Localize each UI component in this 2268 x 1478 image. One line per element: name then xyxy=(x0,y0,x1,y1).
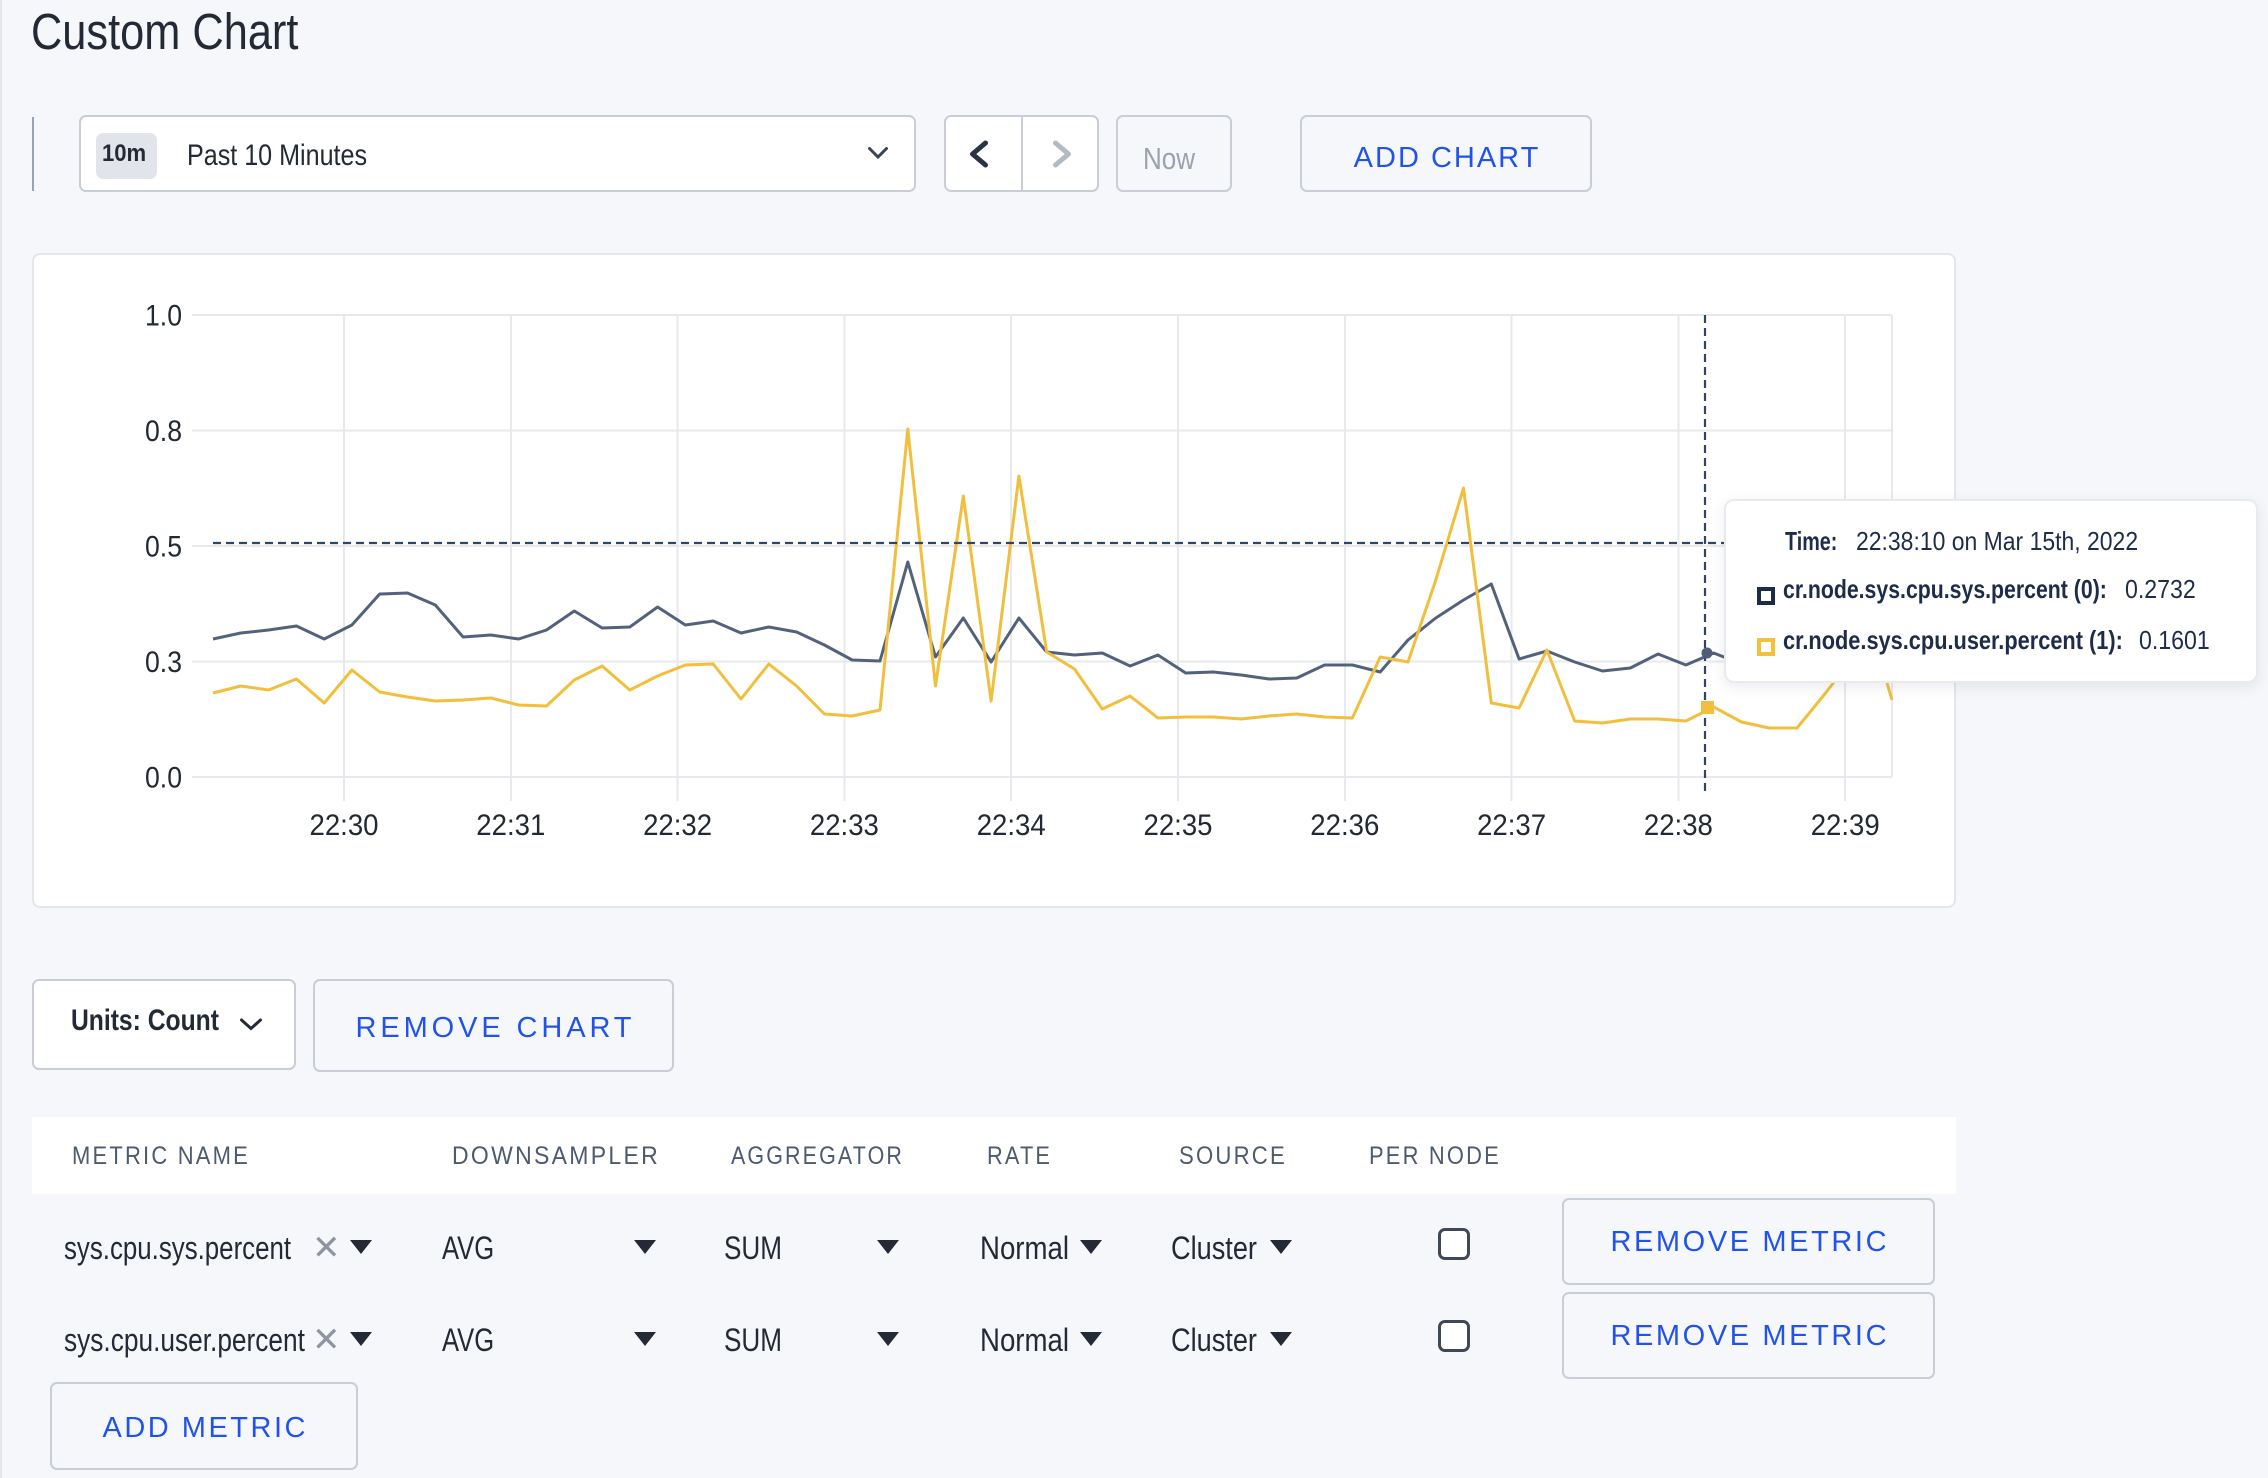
svg-text:22:33: 22:33 xyxy=(810,809,879,842)
svg-text:0.8: 0.8 xyxy=(145,415,182,448)
svg-text:22:32: 22:32 xyxy=(643,809,712,842)
svg-text:22:34: 22:34 xyxy=(977,809,1046,842)
svg-text:0.0: 0.0 xyxy=(145,762,182,795)
svg-text:1.0: 1.0 xyxy=(145,300,182,333)
svg-text:22:36: 22:36 xyxy=(1310,809,1379,842)
svg-text:22:38: 22:38 xyxy=(1644,809,1713,842)
svg-text:0.3: 0.3 xyxy=(145,646,182,679)
svg-text:22:31: 22:31 xyxy=(476,809,545,842)
svg-text:0.5: 0.5 xyxy=(145,531,182,564)
svg-text:22:30: 22:30 xyxy=(310,809,379,842)
svg-text:22:39: 22:39 xyxy=(1811,809,1880,842)
svg-text:22:37: 22:37 xyxy=(1477,809,1546,842)
svg-text:22:35: 22:35 xyxy=(1144,809,1213,842)
